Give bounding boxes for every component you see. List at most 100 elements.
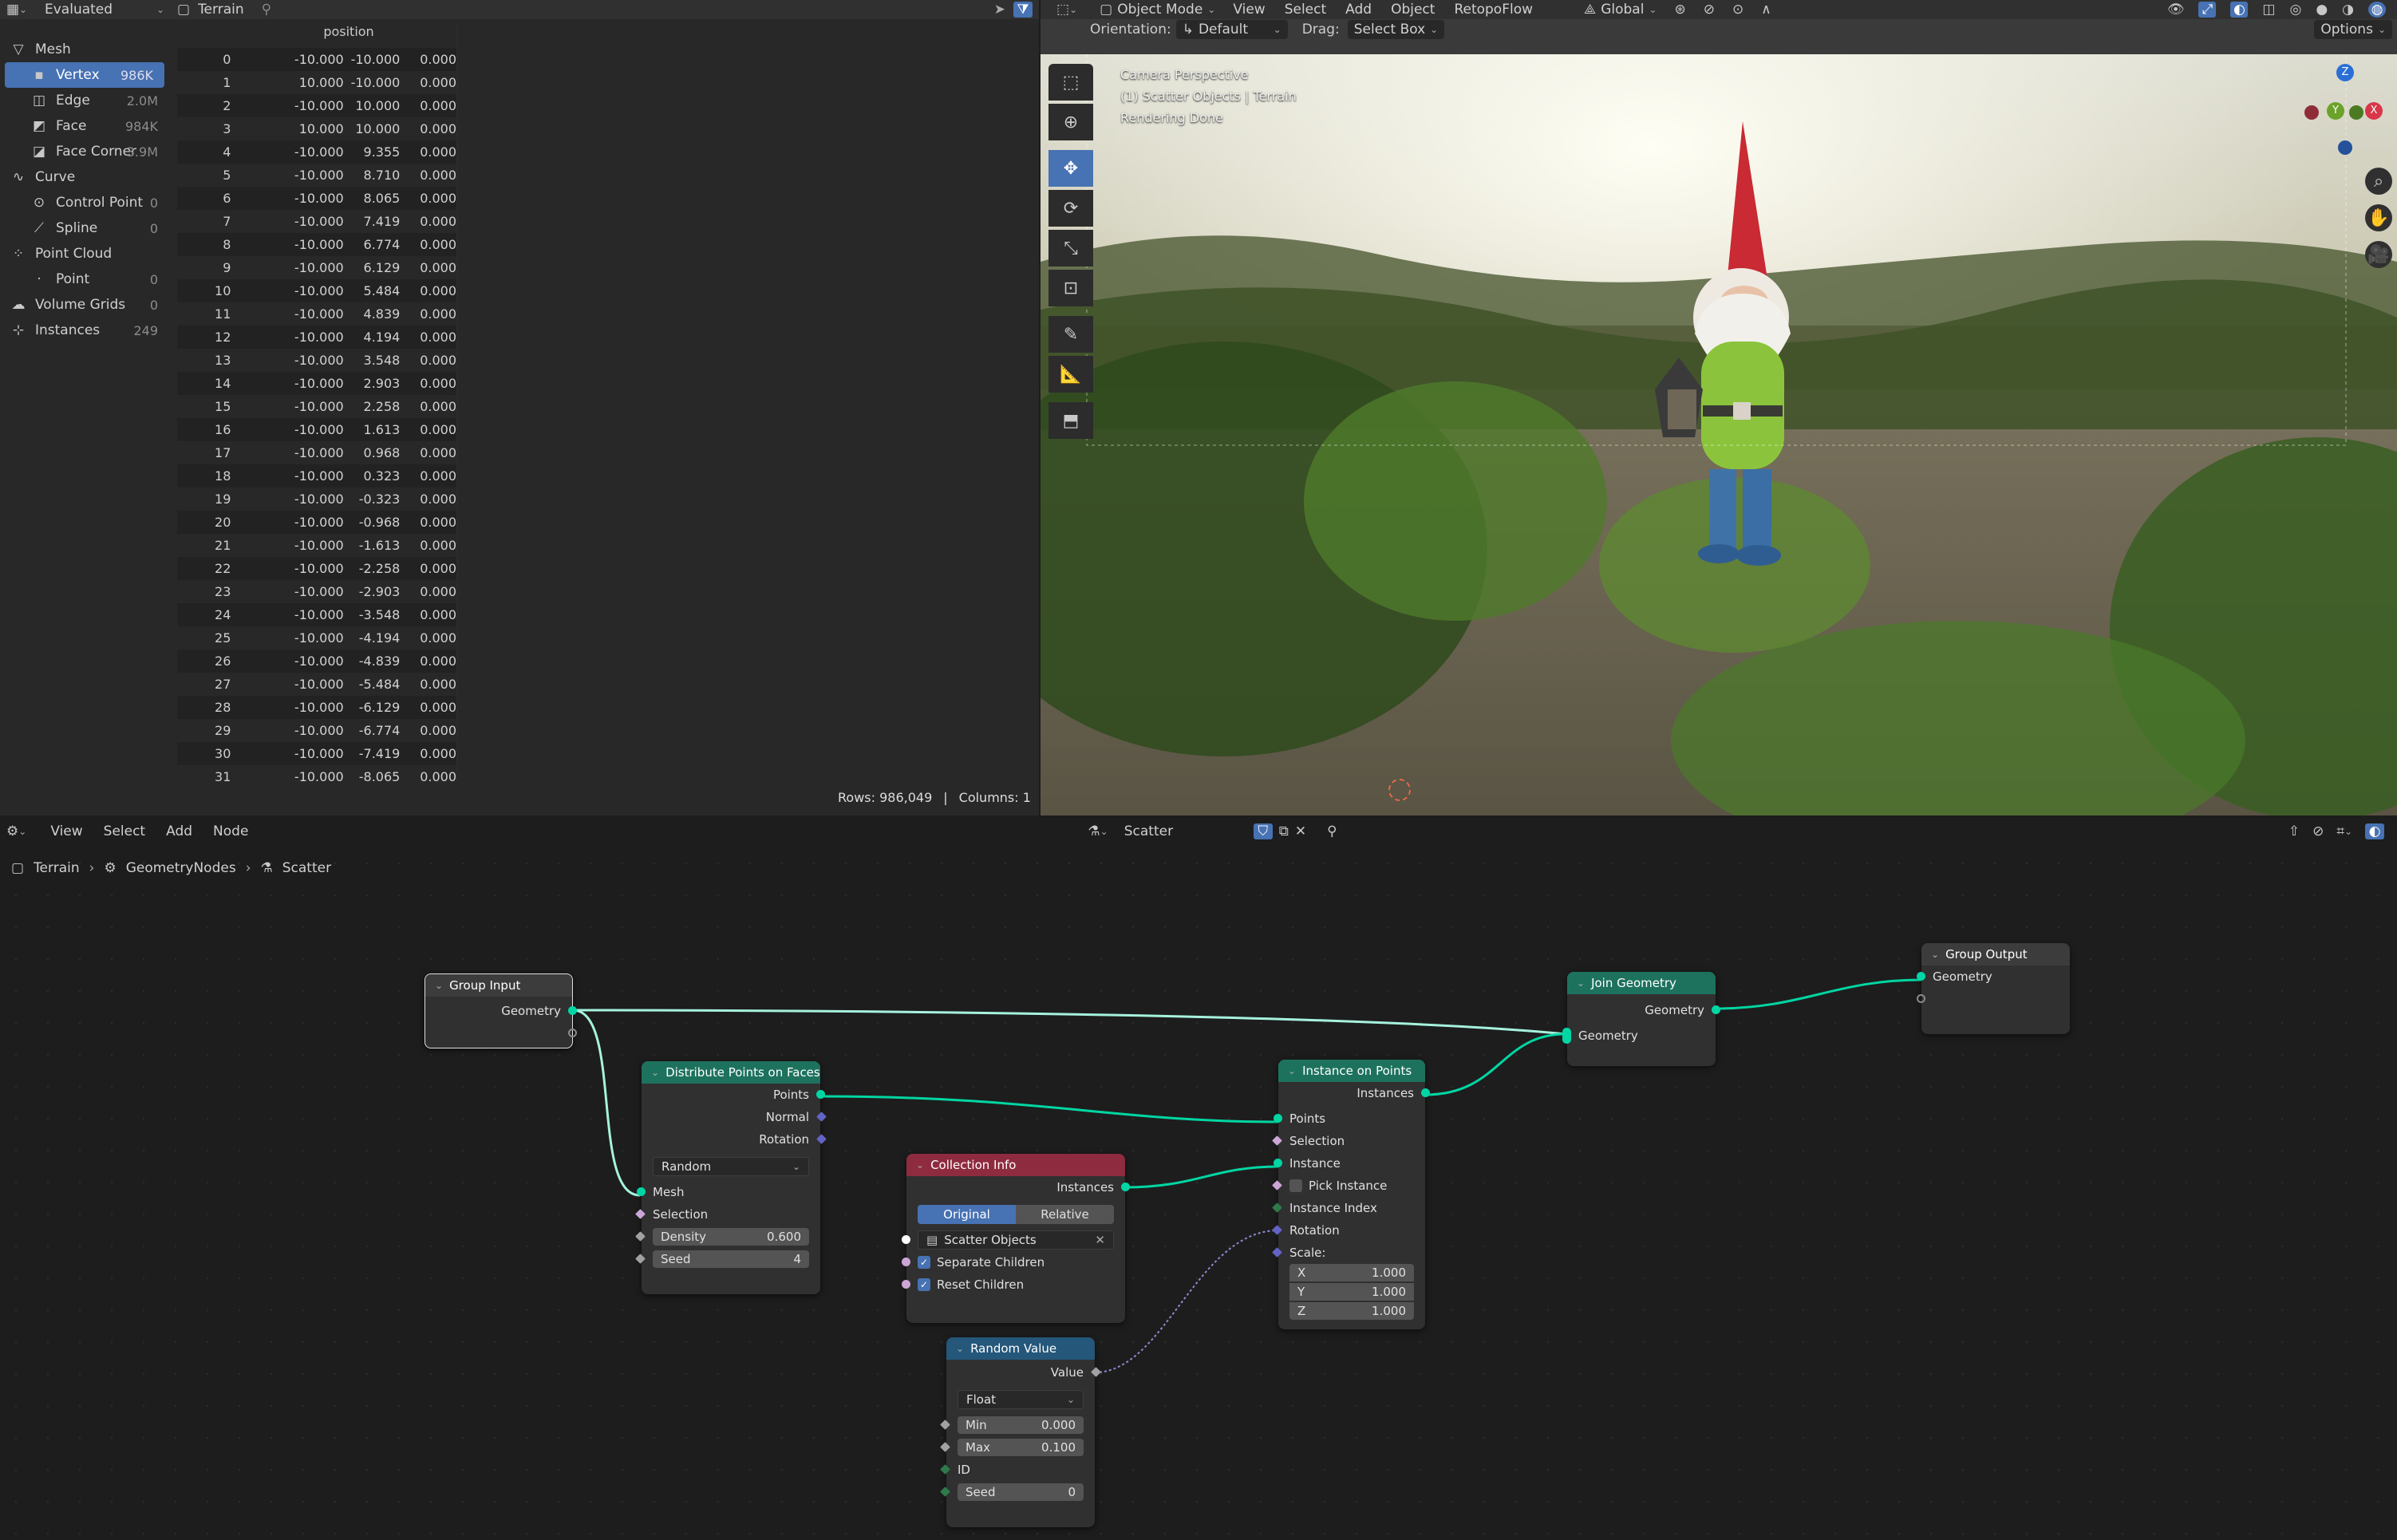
zoom-icon[interactable]: ⌕ — [2365, 168, 2392, 195]
domain-item[interactable]: · Point 0 — [0, 267, 169, 292]
scale-tool-icon[interactable]: ⤡ — [1048, 230, 1093, 267]
instances-output-socket[interactable] — [1121, 1183, 1130, 1191]
measure-tool-icon[interactable]: 📐 — [1048, 356, 1093, 393]
editor-type-icon[interactable]: ⬚ ⌄ — [1056, 2, 1077, 18]
snap-icon[interactable]: ⊘ — [1704, 2, 1715, 18]
menu-view[interactable]: View — [1233, 2, 1265, 18]
move-tool-icon[interactable]: ✥ — [1048, 150, 1093, 187]
domain-item[interactable]: ☁ Volume Grids 0 — [0, 292, 169, 318]
gizmo-neg-x[interactable] — [2304, 105, 2319, 120]
scale-y-field[interactable]: Y 1.000 — [1289, 1283, 1414, 1301]
join-geometry-node[interactable]: ⌄ Join Geometry Geometry Geometry — [1562, 972, 1720, 1066]
group-output-node[interactable]: ⌄ Group Output Geometry — [1917, 943, 2070, 1034]
column-header-position[interactable]: position — [177, 24, 520, 43]
data-type-dropdown[interactable]: Float ⌄ — [958, 1390, 1084, 1409]
pin-icon[interactable]: ⚲ — [262, 2, 271, 18]
scale-x-field[interactable]: X 1.000 — [1289, 1264, 1414, 1281]
collection-input-socket[interactable] — [902, 1235, 910, 1244]
domain-item[interactable]: ⟋ Spline 0 — [0, 215, 169, 241]
select-box-tool-icon[interactable]: ⬚ — [1048, 64, 1093, 101]
falloff-icon[interactable]: ∧ — [1761, 2, 1771, 18]
drag-dropdown[interactable]: Select Box ⌄ — [1347, 20, 1445, 39]
gizmo-neg-y[interactable] — [2349, 105, 2363, 120]
pivot-icon[interactable]: ⊛ — [1674, 2, 1685, 18]
wireframe-shading-icon[interactable]: ◎ — [2289, 2, 2301, 18]
object-mode-dropdown[interactable]: ▢ Object Mode ⌄ — [1100, 2, 1215, 18]
random-value-node[interactable]: ⌄ Random Value Value Float ⌄ Min 0.000 Max 0… — [940, 1337, 1101, 1527]
domain-item[interactable]: ⁘ Point Cloud — [0, 241, 169, 267]
cursor-tool-icon[interactable]: ⊕ — [1048, 104, 1093, 140]
domain-item[interactable]: ◩ Face 984K — [0, 113, 169, 139]
scale-z-field[interactable]: Z 1.000 — [1289, 1302, 1414, 1320]
geometry-input-socket[interactable] — [1917, 972, 1925, 981]
instance-input-socket[interactable] — [1274, 1159, 1282, 1167]
camera-view-icon[interactable]: 🎥 — [2365, 241, 2392, 268]
collection-info-node[interactable]: ⌄ Collection Info Instances Original Rela… — [902, 1154, 1130, 1323]
gizmo-toggle-icon[interactable]: ⤢ — [2198, 2, 2217, 18]
reset-children-socket[interactable] — [902, 1280, 910, 1289]
collapse-arrow-icon[interactable]: ⌄ — [916, 1159, 924, 1171]
selected-only-icon[interactable]: ➤ — [994, 2, 1005, 18]
evaluation-mode-dropdown[interactable]: Evaluated ⌄ — [45, 2, 164, 18]
separate-children-checkbox[interactable]: ✓ — [918, 1256, 930, 1269]
add-cube-tool-icon[interactable]: ⬒ — [1048, 402, 1093, 439]
collapse-arrow-icon[interactable]: ⌄ — [435, 980, 443, 991]
clear-collection-icon[interactable]: ✕ — [1095, 1233, 1105, 1247]
gizmo-x-axis[interactable]: X — [2365, 102, 2383, 120]
domain-item[interactable]: ◫ Edge 2.0M — [0, 88, 169, 113]
gizmo-y-axis[interactable]: Y — [2327, 102, 2344, 120]
group-input-node[interactable]: ⌄ Group Input Geometry — [425, 973, 577, 1048]
domain-item[interactable]: ∿ Curve — [0, 164, 169, 190]
empty-input-socket[interactable] — [1917, 994, 1925, 1003]
domain-item[interactable]: ⊹ Instances 249 — [0, 318, 169, 343]
material-shading-icon[interactable]: ◑ — [2342, 2, 2354, 18]
visibility-icon[interactable]: 👁 — [2167, 2, 2185, 18]
instances-output-socket[interactable] — [1421, 1088, 1430, 1097]
menu-select[interactable]: Select — [1285, 2, 1326, 18]
reset-children-checkbox[interactable]: ✓ — [918, 1278, 930, 1291]
geometry-output-socket[interactable] — [568, 1006, 577, 1015]
collection-selector[interactable]: ▤ Scatter Objects ✕ — [918, 1230, 1114, 1250]
separate-children-socket[interactable] — [902, 1258, 910, 1266]
points-input-socket[interactable] — [1274, 1114, 1282, 1123]
geometry-output-socket[interactable] — [1712, 1005, 1720, 1014]
domain-item[interactable]: ▪ Vertex 986K — [5, 62, 164, 88]
domain-item[interactable]: ⊙ Control Point 0 — [0, 190, 169, 215]
options-dropdown[interactable]: Options ⌄ — [2314, 20, 2392, 39]
distribute-points-node[interactable]: ⌄ Distribute Points on Faces Points Norma… — [635, 1061, 827, 1294]
xray-icon[interactable]: ◫ — [2262, 2, 2275, 18]
pan-hand-icon[interactable]: ✋ — [2365, 204, 2392, 231]
menu-object[interactable]: Object — [1391, 2, 1435, 18]
seed-field[interactable]: Seed 4 — [653, 1250, 809, 1268]
proportional-edit-icon[interactable]: ⊙ — [1732, 2, 1743, 18]
filter-icon[interactable]: ⧩ — [1013, 2, 1033, 18]
original-toggle[interactable]: Original — [918, 1205, 1016, 1224]
navigation-gizmo[interactable]: Z Y X — [2301, 59, 2389, 163]
collapse-arrow-icon[interactable]: ⌄ — [1577, 977, 1585, 989]
gizmo-neg-z[interactable] — [2338, 140, 2352, 155]
node-editor[interactable]: ⚙ ⌄ View Select Add Node ⚗ ⌄ Scatter ⛉ ⧉ ✕ ⚲ … — [0, 815, 2397, 1540]
overlay-toggle-icon[interactable]: ◐ — [2230, 2, 2249, 18]
transform-tool-icon[interactable]: ⊡ — [1048, 270, 1093, 306]
editor-type-icon[interactable]: ▦ ⌄ — [5, 2, 29, 18]
gizmo-z-axis[interactable]: Z — [2336, 64, 2354, 81]
transform-orientation-dropdown[interactable]: ⟁ Global ⌄ — [1584, 2, 1657, 18]
solid-shading-icon[interactable]: ● — [2316, 2, 2328, 18]
collapse-arrow-icon[interactable]: ⌄ — [1931, 949, 1939, 960]
3d-viewport[interactable]: ⬚ ⌄ ▢ Object Mode ⌄ View Select Add Object Reto… — [1041, 0, 2397, 815]
distribute-method-dropdown[interactable]: Random ⌄ — [653, 1157, 809, 1176]
annotate-tool-icon[interactable]: ✎ — [1048, 316, 1093, 353]
max-field[interactable]: Max 0.100 — [958, 1439, 1084, 1456]
collapse-arrow-icon[interactable]: ⌄ — [1288, 1065, 1296, 1076]
min-field[interactable]: Min 0.000 — [958, 1416, 1084, 1434]
mesh-input-socket[interactable] — [637, 1187, 646, 1196]
pick-instance-checkbox[interactable] — [1289, 1179, 1302, 1192]
empty-output-socket[interactable] — [568, 1029, 577, 1037]
rotate-tool-icon[interactable]: ⟳ — [1048, 190, 1093, 227]
seed-field[interactable]: Seed 0 — [958, 1483, 1084, 1501]
density-field[interactable]: Density 0.600 — [653, 1228, 809, 1246]
relative-toggle[interactable]: Relative — [1016, 1205, 1114, 1224]
domain-item[interactable]: ◪ Face Corner 3.9M — [0, 139, 169, 164]
menu-add[interactable]: Add — [1345, 2, 1372, 18]
instance-on-points-node[interactable]: ⌄ Instance on Points Instances Points Sel… — [1272, 1060, 1430, 1329]
